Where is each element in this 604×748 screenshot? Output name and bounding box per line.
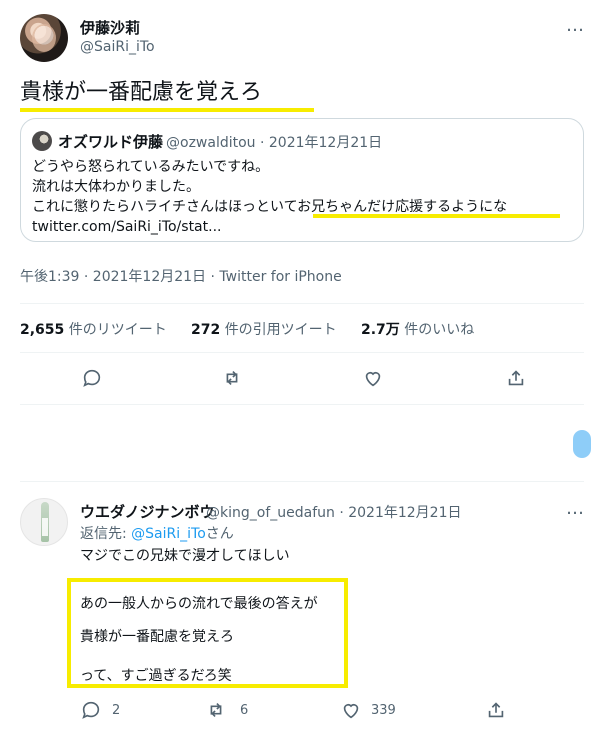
like-stat[interactable]: 2.7万 件のいいね (361, 319, 474, 339)
main-tweet-text: 貴様が一番配慮を覚えろ (20, 80, 263, 105)
reply-avatar[interactable] (20, 498, 68, 546)
retweet-action-icon[interactable] (205, 699, 227, 721)
reply-icon[interactable] (81, 367, 103, 389)
divider-4 (20, 481, 584, 482)
quote-handle-date[interactable]: @ozwalditou · 2021年12月21日 (166, 132, 382, 152)
quote-line-1: どうやら怒られているみたいですね。 (32, 159, 270, 175)
main-text-highlight (20, 108, 314, 112)
reply-to-line: 返信先: @SaiRi_iToさん (80, 526, 234, 542)
retweet-stat[interactable]: 2,655 件のリツイート (20, 319, 167, 339)
side-reply-button-fragment[interactable] (573, 430, 591, 458)
main-avatar[interactable] (20, 14, 68, 62)
reply-action-icon[interactable] (80, 699, 102, 721)
quote-stat[interactable]: 272 件の引用ツイート (191, 319, 337, 339)
share-action-icon[interactable] (485, 699, 507, 721)
bottle-image (41, 502, 49, 542)
main-handle[interactable]: @SaiRi_iTo (80, 39, 155, 55)
reply-mention-link[interactable]: @SaiRi_iTo (131, 526, 206, 542)
share-icon[interactable] (505, 367, 527, 389)
like-count: 339 (371, 703, 396, 718)
reply-line-1: マジでこの兄妹で漫才してほしい (80, 548, 290, 564)
retweet-count: 6 (240, 703, 249, 718)
quote-text-highlight (313, 214, 560, 218)
quote-display-name[interactable]: オズワルド伊藤 (58, 131, 163, 152)
main-display-name[interactable]: 伊藤沙莉 (80, 17, 140, 38)
divider-3 (20, 404, 584, 405)
divider-2 (20, 352, 584, 353)
reply-body-2: 貴様が一番配慮を覚えろ (80, 629, 234, 645)
reply-body-3: って、すご過ぎるだろ笑 (80, 668, 232, 684)
like-action-icon[interactable] (340, 699, 362, 721)
quote-link[interactable]: twitter.com/SaiRi_iTo/stat... (32, 217, 221, 237)
reply-display-name[interactable]: ウエダノジナンボウ (80, 501, 215, 522)
like-icon[interactable] (362, 367, 384, 389)
reply-handle-date[interactable]: @king_of_uedafun · 2021年12月21日 (206, 502, 462, 522)
main-more-icon[interactable]: … (566, 15, 585, 36)
tweet-meta[interactable]: 午後1:39 · 2021年12月21日 · Twitter for iPhon… (20, 266, 342, 286)
retweet-icon[interactable] (221, 367, 243, 389)
reply-more-icon[interactable]: … (566, 498, 585, 519)
reply-count: 2 (112, 703, 121, 718)
reply-body-1: あの一般人からの流れで最後の答えが (80, 596, 318, 612)
quote-line-2: 流れは大体わかりました。 (32, 179, 200, 195)
divider-1 (20, 303, 584, 304)
quote-avatar[interactable] (32, 131, 52, 151)
